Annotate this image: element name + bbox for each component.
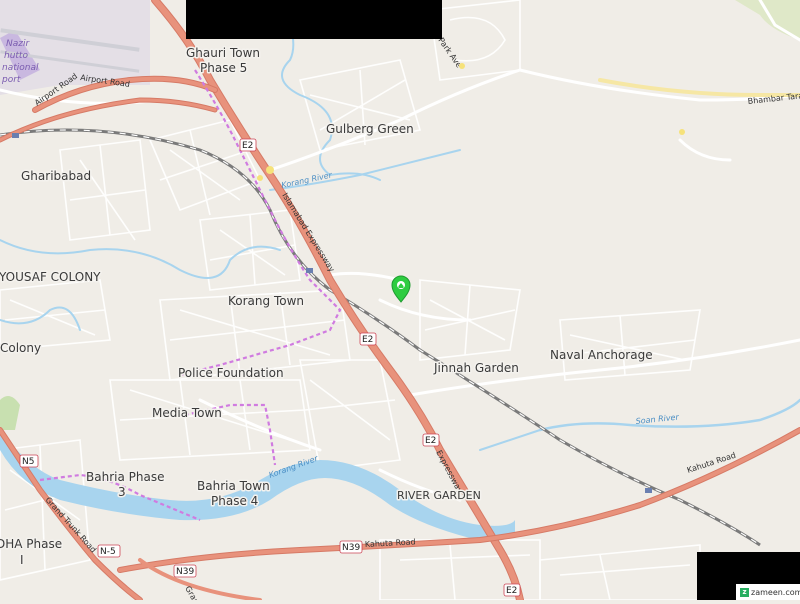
shield-e2-d: E2 (503, 583, 521, 597)
place-label-korang-town: Korang Town (228, 294, 304, 308)
junction-marker (459, 63, 465, 69)
shield-n5-a: N5 (19, 454, 39, 468)
place-label-colony: Colony (0, 341, 41, 355)
watermark-logo: z zameen.com (736, 584, 800, 600)
svg-text:N39: N39 (176, 567, 194, 577)
junction-marker (257, 175, 263, 181)
place-label-media-town: Media Town (152, 406, 222, 420)
svg-text:E2: E2 (506, 586, 517, 596)
place-label-naval-anchorage: Naval Anchorage (550, 348, 653, 362)
svg-text:N39: N39 (342, 543, 360, 553)
map-canvas[interactable]: Korang River Korang River Soan River Air… (0, 0, 800, 604)
svg-text:E2: E2 (425, 436, 436, 446)
place-label-phase-5: Phase 5 (200, 61, 247, 75)
place-label-gulberg-green: Gulberg Green (326, 122, 414, 136)
watermark-text: zameen.com (751, 587, 800, 597)
place-label-police-foundation: Police Foundation (178, 366, 284, 380)
place-label-ghauri-town: Ghauri Town (186, 46, 260, 60)
place-label-yousaf-colony: YOUSAF COLONY (0, 270, 101, 284)
place-label-bahria-town-phase: Phase 4 (211, 494, 258, 508)
place-label-gharibabad: Gharibabad (21, 169, 91, 183)
station-marker (645, 488, 652, 493)
svg-text:E2: E2 (242, 141, 253, 151)
station-marker (306, 268, 313, 273)
place-label-dha-phase: DHA Phase (0, 537, 62, 551)
shield-e2-c: E2 (422, 433, 440, 447)
shield-n5-b: N-5 (97, 544, 121, 558)
shield-e2-a: E2 (239, 138, 257, 152)
svg-text:N5: N5 (22, 457, 34, 467)
place-label-dha-phase-num: I (20, 553, 24, 567)
shield-n39-b: N39 (173, 564, 197, 578)
shield-e2-b: E2 (359, 332, 377, 346)
place-label-river-garden: RIVER GARDEN (397, 489, 481, 502)
station-marker (12, 133, 19, 138)
junction-marker (266, 166, 274, 174)
shield-n39-a: N39 (339, 540, 363, 554)
place-label-bahria-phase: Bahria Phase (86, 470, 164, 484)
place-label-bahria-phase-num: 3 (118, 485, 126, 499)
place-label-jinnah-garden: Jinnah Garden (433, 361, 519, 375)
junction-marker (679, 129, 685, 135)
place-label-bahria-town: Bahria Town (197, 479, 270, 493)
zameen-logo-icon: z (740, 587, 749, 597)
redaction-box-top (186, 0, 442, 39)
svg-text:N-5: N-5 (100, 547, 116, 557)
svg-text:E2: E2 (362, 335, 373, 345)
